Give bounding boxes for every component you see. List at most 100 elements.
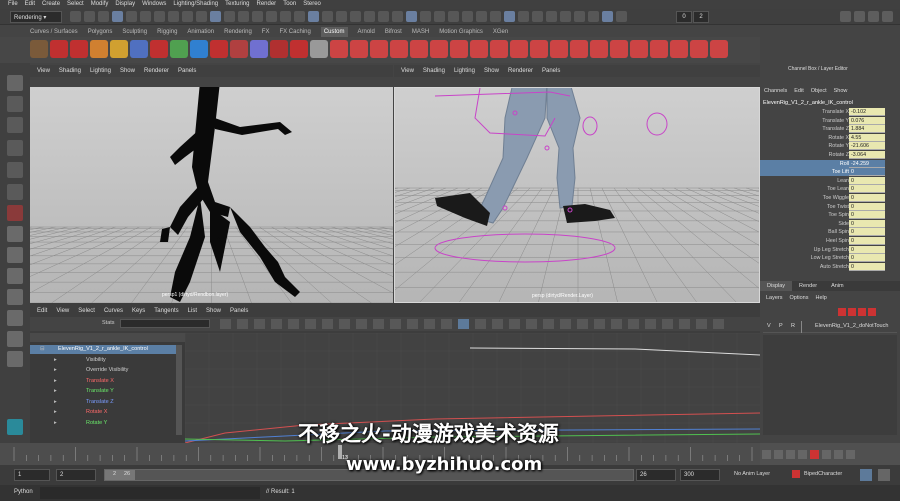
channel-value[interactable]: 4.55 [849, 133, 885, 142]
shelf-tool-icon[interactable] [170, 40, 188, 58]
shelf-tool-icon[interactable] [650, 40, 668, 58]
shelf-tool-icon[interactable] [250, 40, 268, 58]
shelf-tool-icon[interactable] [550, 40, 568, 58]
shelf-tool-icon[interactable] [210, 40, 228, 58]
viewport-menu-lighting[interactable]: Lighting [454, 68, 475, 74]
graph-tool-icon[interactable] [458, 319, 469, 329]
shelf-tool-icon[interactable] [330, 40, 348, 58]
menu-edit[interactable]: Edit [25, 0, 35, 9]
channel-menu-channels[interactable]: Channels [764, 88, 787, 94]
graph-tool-icon[interactable] [322, 319, 333, 329]
shelf-tool-icon[interactable] [390, 40, 408, 58]
viewport-menu-panels[interactable]: Panels [542, 68, 560, 74]
menu-render[interactable]: Render [257, 0, 277, 9]
shelf-tab[interactable]: Polygons [88, 27, 113, 37]
stats-field[interactable] [120, 319, 210, 328]
outliner-scrollbar[interactable] [176, 345, 182, 435]
channel-row[interactable]: Auto Stretch 0 [760, 262, 885, 271]
layer-visible-toggle[interactable]: V [767, 323, 771, 329]
layer-tab-render[interactable]: Render [792, 281, 824, 291]
new-layer-icon[interactable] [848, 308, 856, 316]
layout-custom-icon[interactable] [7, 331, 23, 347]
shelf-tab[interactable]: Sculpting [122, 27, 147, 37]
channel-row[interactable]: Translate X -0.102 [760, 108, 885, 116]
viewport-menu-show[interactable]: Show [484, 68, 499, 74]
scale-tool-icon[interactable] [7, 184, 23, 200]
graph-tool-icon[interactable] [560, 319, 571, 329]
menu-create[interactable]: Create [42, 0, 60, 9]
status-tool-icon[interactable] [532, 11, 543, 22]
shelf-tab[interactable]: Motion Graphics [439, 27, 483, 37]
graph-menu-tangents[interactable]: Tangents [154, 308, 178, 314]
status-tool-icon[interactable] [406, 11, 417, 22]
layer-menu-options[interactable]: Options [790, 295, 809, 301]
shelf-tab[interactable]: FX Caching [279, 27, 310, 37]
graph-tool-icon[interactable] [441, 319, 452, 329]
channel-menu-edit[interactable]: Edit [794, 88, 803, 94]
outliner-row[interactable]: ▸ Rotate Y [30, 419, 180, 428]
outliner-row[interactable]: ▸ Translate X [30, 377, 180, 386]
status-tool-icon[interactable] [238, 11, 249, 22]
layer-name[interactable]: ElevenRig_V1_2_doNotTouch [815, 323, 888, 329]
channel-box-node-name[interactable]: ElevenRig_V1_2_r_ankle_IK_control [763, 100, 853, 106]
shelf-tab[interactable]: Curves / Surfaces [30, 27, 78, 37]
channel-value[interactable]: 0 [849, 245, 885, 254]
anim-layer-label[interactable]: No Anim Layer [734, 471, 770, 477]
status-tool-icon[interactable] [196, 11, 207, 22]
shelf-tab[interactable]: MASH [412, 27, 429, 37]
menu-display[interactable]: Display [115, 0, 135, 9]
shelf-tool-icon[interactable] [110, 40, 128, 58]
layout-extra-icon[interactable] [7, 351, 23, 367]
channel-row[interactable]: Heel Spin 0 [760, 237, 885, 245]
layer-reference-toggle[interactable]: R [791, 323, 795, 329]
channel-value[interactable]: -24.259 [849, 159, 885, 168]
select-tool-icon[interactable] [7, 75, 23, 91]
status-tool-icon[interactable] [448, 11, 459, 22]
graph-tool-icon[interactable] [577, 319, 588, 329]
graph-tool-icon[interactable] [390, 319, 401, 329]
animation-end-field[interactable]: 300 [680, 469, 720, 481]
channel-row[interactable]: Low Leg Stretch 0 [760, 254, 885, 263]
play-backward-icon[interactable] [798, 449, 807, 459]
step-forward-frame-icon[interactable] [822, 449, 831, 459]
graph-tool-icon[interactable] [288, 319, 299, 329]
move-tool-icon[interactable] [7, 140, 23, 156]
command-input[interactable] [40, 487, 260, 499]
graph-tool-icon[interactable] [373, 319, 384, 329]
graph-menu-keys[interactable]: Keys [132, 308, 145, 314]
outliner-row[interactable]: ▸ Visibility [30, 356, 180, 365]
graph-menu-view[interactable]: View [56, 308, 69, 314]
status-tool-icon[interactable] [140, 11, 151, 22]
lasso-tool-icon[interactable] [7, 96, 23, 112]
status-tool-icon[interactable] [350, 11, 361, 22]
layer-menu-layers[interactable]: Layers [766, 295, 783, 301]
step-back-frame-icon[interactable] [786, 449, 795, 459]
status-right-icon[interactable] [840, 11, 851, 22]
layer-tab-anim[interactable]: Anim [824, 281, 851, 291]
status-tool-icon[interactable] [280, 11, 291, 22]
graph-tool-icon[interactable] [356, 319, 367, 329]
status-tool-icon[interactable] [112, 11, 123, 22]
graph-tool-icon[interactable] [713, 319, 724, 329]
shelf-tab[interactable]: XGen [493, 27, 508, 37]
menuset-dropdown[interactable]: Rendering ▾ [10, 11, 62, 23]
channel-value[interactable]: -3.064 [849, 151, 885, 159]
channel-value[interactable]: 1.884 [849, 125, 885, 134]
channel-value[interactable]: 0 [849, 254, 885, 263]
status-right-icon[interactable] [882, 11, 893, 22]
channel-value[interactable]: 0.076 [849, 116, 885, 125]
channel-row[interactable]: Toe Lift 0 [760, 168, 885, 177]
shelf-tool-icon[interactable] [70, 40, 88, 58]
status-tool-icon[interactable] [266, 11, 277, 22]
status-tool-icon[interactable] [490, 11, 501, 22]
shelf-tool-icon[interactable] [370, 40, 388, 58]
channel-row[interactable]: Translate Z 1.884 [760, 125, 885, 134]
status-tool-icon[interactable] [308, 11, 319, 22]
playback-start-field[interactable]: 2 [56, 469, 96, 481]
auto-key-icon[interactable] [860, 469, 872, 481]
shelf-tab[interactable]: Animation [187, 27, 214, 37]
manipulator-tool-icon[interactable] [7, 205, 23, 221]
status-right-icon[interactable] [854, 11, 865, 22]
outliner-row[interactable]: ⊟ ElevenRig_V1_2_r_ankle_IK_control [30, 345, 180, 354]
shelf-tab[interactable]: Rendering [224, 27, 252, 37]
